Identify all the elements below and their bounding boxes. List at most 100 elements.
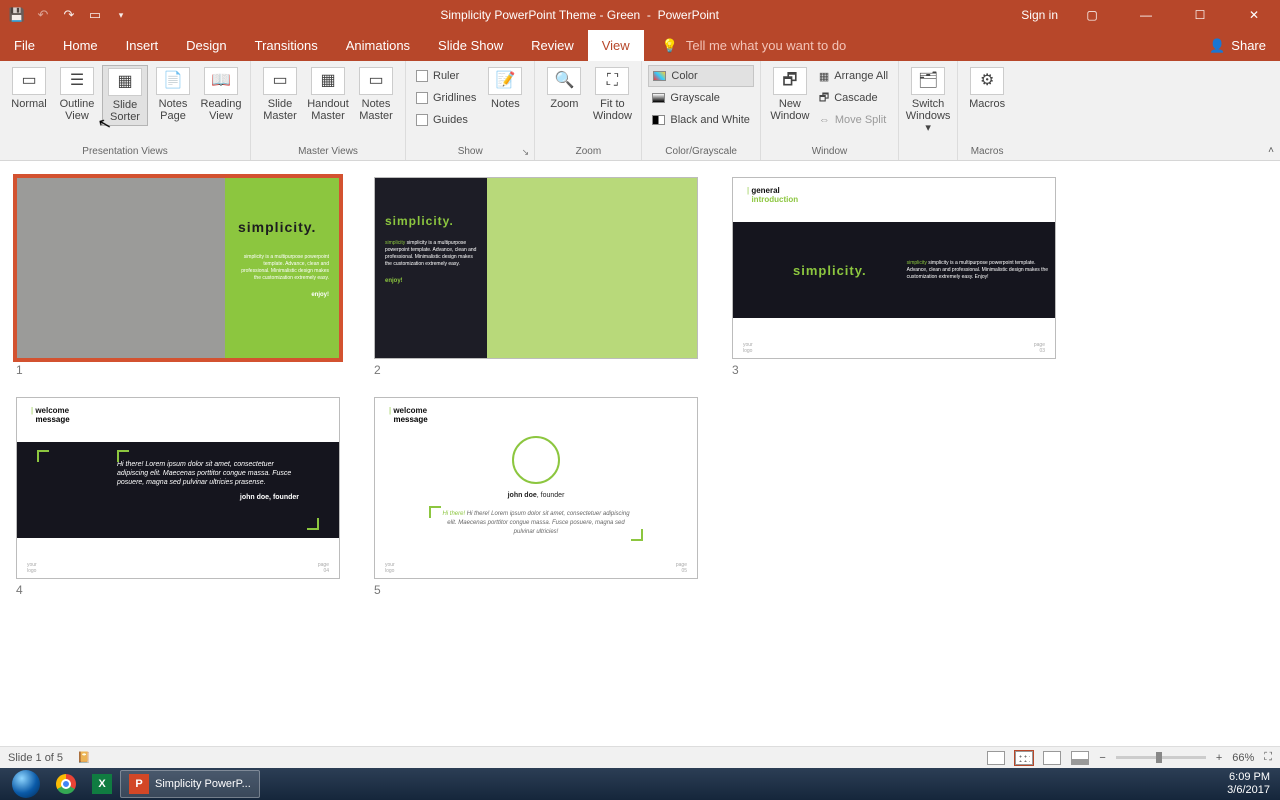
group-label: Presentation Views [6,145,244,158]
ribbon: ▭Normal ☰Outline View ▦Slide Sorter 📄Not… [0,61,1280,161]
group-zoom: 🔍Zoom ⛶Fit to Window Zoom [535,61,642,160]
tab-design[interactable]: Design [172,30,240,61]
slide-master-button[interactable]: ▭Slide Master [257,65,303,124]
zoom-percent[interactable]: 66% [1232,752,1254,764]
group-window: 🗗New Window ▦Arrange All 🗗Cascade ⇔Move … [761,61,899,160]
slide-number: 2 [374,363,698,377]
group-show: Ruler Gridlines Guides 📝Notes Show ↘ [406,61,535,160]
guides-checkbox[interactable]: Guides [412,109,480,131]
save-icon[interactable]: 💾 [8,6,26,24]
slide1-title: simplicity. [235,218,319,236]
quick-access-toolbar: 💾 ↶ ↷ ▭ ▾ [0,6,138,24]
tab-file[interactable]: File [0,30,49,61]
window-title: Simplicity PowerPoint Theme - Green - Po… [138,8,1021,22]
notes-page-button[interactable]: 📄Notes Page [150,65,196,124]
group-label: Window [767,145,892,158]
zoom-button[interactable]: 🔍Zoom [541,65,587,112]
start-from-beginning-icon[interactable]: ▭ [86,6,104,24]
excel-taskbar-icon[interactable]: X [84,770,120,798]
close-button[interactable]: ✕ [1234,0,1274,30]
slide-number: 3 [732,363,1056,377]
collapse-ribbon-icon[interactable]: ˄ [1268,145,1274,156]
sign-in-link[interactable]: Sign in [1021,8,1058,22]
title-right-controls: Sign in ▢ — ☐ ✕ [1021,0,1280,30]
slide-thumbnail-3[interactable]: | general introduction simplicity. simpl… [732,177,1056,377]
normal-view-button[interactable]: ▭Normal [6,65,52,112]
tab-insert[interactable]: Insert [112,30,173,61]
tab-animations[interactable]: Animations [332,30,424,61]
lightbulb-icon: 💡 [662,38,678,54]
tab-view[interactable]: View [588,30,644,61]
show-dialog-launcher[interactable]: ↘ [518,147,532,158]
grayscale-button[interactable]: Grayscale [648,87,753,109]
group-label: Master Views [257,145,399,158]
zoom-out-button[interactable]: − [1099,752,1105,764]
group-switch-windows: 🗂Switch Windows ▾ [899,61,958,160]
group-color-grayscale: Color Grayscale Black and White Color/Gr… [642,61,760,160]
share-button[interactable]: 👤 Share [1195,30,1280,61]
slide-number: 1 [16,363,340,377]
new-window-button[interactable]: 🗗New Window [767,65,813,124]
normal-view-icon[interactable] [987,751,1005,765]
switch-windows-button[interactable]: 🗂Switch Windows ▾ [905,65,951,136]
ribbon-tabs: File Home Insert Design Transitions Anim… [0,30,1280,61]
slide-thumbnail-1[interactable]: simplicity. simplicity is a multipurpose… [16,177,340,377]
group-label: Color/Grayscale [648,145,753,158]
zoom-in-button[interactable]: + [1216,752,1222,764]
slide-thumbnail-4[interactable]: | welcome message Hi there! Lorem ipsum … [16,397,340,597]
slide-number: 4 [16,583,340,597]
move-split-button[interactable]: ⇔Move Split [815,109,892,131]
slide-sorter-view-icon[interactable] [1015,751,1033,765]
slide-sorter-pane[interactable]: simplicity. simplicity is a multipurpose… [0,161,1280,746]
arrange-all-button[interactable]: ▦Arrange All [815,65,892,87]
zoom-slider[interactable] [1116,756,1206,759]
fit-to-window-button[interactable]: ⛶Fit to Window [589,65,635,124]
ribbon-display-options-icon[interactable]: ▢ [1072,0,1112,30]
group-label: Zoom [541,145,635,158]
group-label: Macros [964,145,1010,158]
group-macros: ⚙Macros Macros [958,61,1016,160]
color-button[interactable]: Color [648,65,753,87]
spell-check-icon[interactable]: 📔 [77,751,91,764]
start-button[interactable] [4,770,48,798]
title-bar: 💾 ↶ ↷ ▭ ▾ Simplicity PowerPoint Theme - … [0,0,1280,30]
tab-slideshow[interactable]: Slide Show [424,30,517,61]
slide-number: 5 [374,583,698,597]
group-label: Show [412,145,528,158]
undo-icon[interactable]: ↶ [34,6,52,24]
status-bar: Slide 1 of 5 📔 − + 66% ⛶ [0,746,1280,768]
reading-view-icon[interactable] [1043,751,1061,765]
ruler-checkbox[interactable]: Ruler [412,65,480,87]
slide-sorter-button[interactable]: ▦Slide Sorter [102,65,148,126]
black-white-button[interactable]: Black and White [648,109,753,131]
handout-master-button[interactable]: ▦Handout Master [305,65,351,124]
gridlines-checkbox[interactable]: Gridlines [412,87,480,109]
tab-home[interactable]: Home [49,30,112,61]
windows-taskbar: X P Simplicity PowerP... 6:09 PM 3/6/201… [0,768,1280,800]
slideshow-view-icon[interactable] [1071,751,1089,765]
qat-customize-icon[interactable]: ▾ [112,6,130,24]
notes-button[interactable]: 📝Notes [482,65,528,112]
fit-to-window-icon[interactable]: ⛶ [1264,751,1272,764]
redo-icon[interactable]: ↷ [60,6,78,24]
macros-button[interactable]: ⚙Macros [964,65,1010,112]
slide2-title: simplicity. [385,214,454,228]
slide-thumbnail-2[interactable]: simplicity. simplicity simplicity is a m… [374,177,698,377]
slide-thumbnail-5[interactable]: | welcome message john doe, founder Hi t… [374,397,698,597]
group-presentation-views: ▭Normal ☰Outline View ▦Slide Sorter 📄Not… [0,61,251,160]
tell-me-search[interactable]: 💡 Tell me what you want to do [644,30,1195,61]
slide-counter: Slide 1 of 5 [8,752,63,764]
maximize-button[interactable]: ☐ [1180,0,1220,30]
tab-review[interactable]: Review [517,30,588,61]
outline-view-button[interactable]: ☰Outline View [54,65,100,124]
group-master-views: ▭Slide Master ▦Handout Master ▭Notes Mas… [251,61,406,160]
minimize-button[interactable]: — [1126,0,1166,30]
chrome-taskbar-icon[interactable] [48,770,84,798]
tab-transitions[interactable]: Transitions [241,30,332,61]
notes-master-button[interactable]: ▭Notes Master [353,65,399,124]
system-clock[interactable]: 6:09 PM 3/6/2017 [1227,771,1276,797]
reading-view-button[interactable]: 📖Reading View [198,65,244,124]
powerpoint-taskbar-button[interactable]: P Simplicity PowerP... [120,770,260,798]
share-icon: 👤 [1209,38,1225,54]
cascade-button[interactable]: 🗗Cascade [815,87,892,109]
